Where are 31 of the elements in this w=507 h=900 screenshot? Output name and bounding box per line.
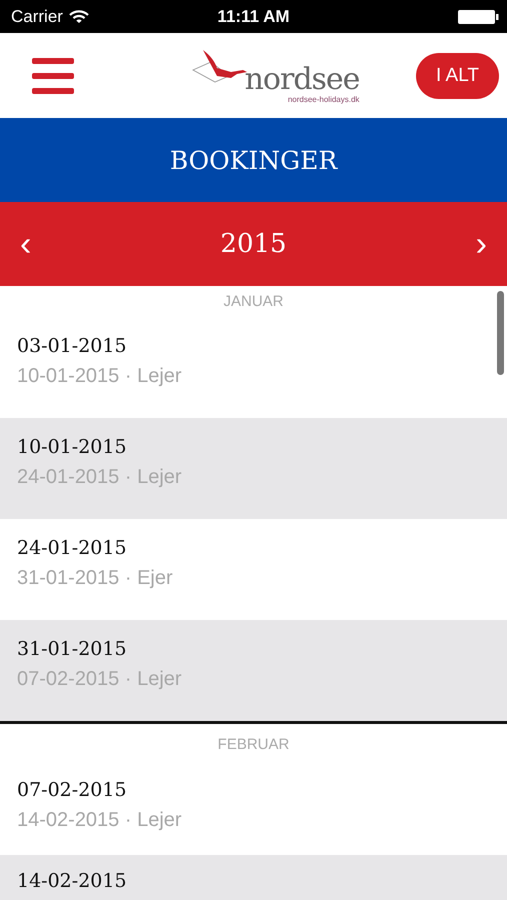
previous-year-button[interactable]: ‹ [14, 227, 38, 261]
battery-icon [457, 8, 499, 24]
wifi-icon [68, 10, 89, 24]
booking-row[interactable]: 03-01-2015 10-01-2015 · Lejer [0, 317, 507, 418]
carrier-label: Carrier [11, 6, 63, 26]
booking-detail: 31-01-2015 · Ejer [17, 567, 174, 590]
month-header: FEBRUAR [218, 736, 290, 752]
booking-date: 10-01-2015 [17, 436, 128, 458]
booking-detail: 14-02-2015 · Lejer [17, 809, 183, 832]
total-button[interactable]: I ALT [416, 52, 499, 98]
next-year-button[interactable]: › [470, 227, 493, 261]
booking-detail: 07-02-2015 · Lejer [17, 668, 183, 691]
logo-text: nordsee [244, 64, 360, 94]
booking-row[interactable]: 07-02-2015 14-02-2015 · Lejer [0, 764, 507, 855]
booking-date: 03-01-2015 [17, 335, 128, 357]
booking-detail: 24-01-2015 · Lejer [17, 466, 183, 489]
booking-date: 07-02-2015 [17, 779, 128, 801]
booking-date: 31-01-2015 [17, 638, 128, 660]
page-title: BOOKINGER [170, 146, 338, 174]
booking-date: 24-01-2015 [17, 537, 128, 559]
booking-row[interactable]: 10-01-2015 24-01-2015 · Lejer [0, 418, 507, 519]
clock-time: 11:11 AM [217, 6, 290, 26]
booking-row[interactable]: 24-01-2015 31-01-2015 · Ejer [0, 519, 507, 620]
year-label: 2015 [220, 229, 287, 259]
menu-icon[interactable] [32, 58, 74, 94]
month-header: JANUAR [223, 293, 284, 310]
booking-date: 14-02-2015 [17, 870, 128, 892]
logo-subtext: nordsee-holidays.dk [288, 94, 360, 104]
booking-row[interactable]: 14-02-2015 [0, 855, 507, 900]
booking-row[interactable]: 31-01-2015 07-02-2015 · Lejer [0, 620, 507, 721]
booking-detail: 10-01-2015 · Lejer [17, 365, 183, 388]
